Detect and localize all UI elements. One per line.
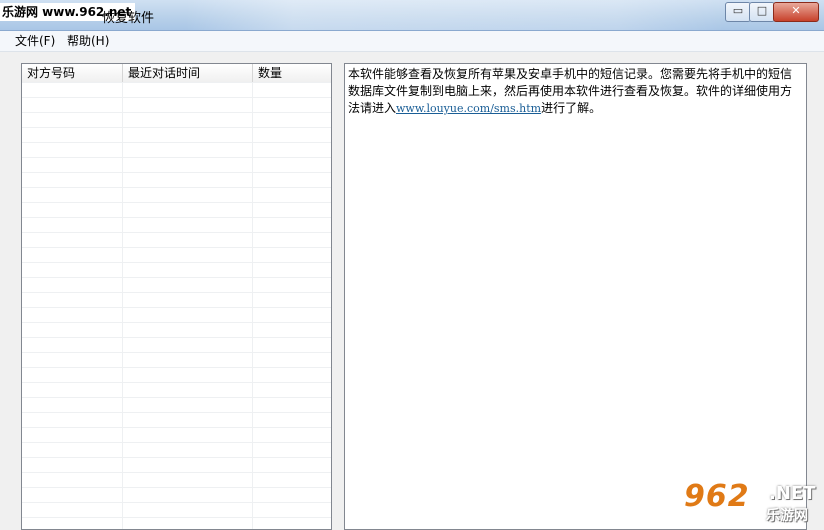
list-header: 对方号码 最近对话时间 数量: [22, 64, 331, 83]
info-text-panel[interactable]: 本软件能够查看及恢复所有苹果及安卓手机中的短信记录。您需要先将手机中的短信数据库…: [344, 63, 807, 530]
column-divider: [252, 82, 253, 529]
menu-help[interactable]: 帮助(H): [64, 33, 112, 49]
watermark-site: 乐游网: [766, 508, 808, 524]
watermark-number: 962: [684, 479, 750, 514]
column-header-last-time[interactable]: 最近对话时间: [123, 64, 253, 82]
info-text-after: 进行了解。: [541, 101, 602, 115]
help-link[interactable]: www.louyue.com/sms.htm: [396, 102, 541, 115]
conversation-list[interactable]: 对方号码 最近对话时间 数量: [21, 63, 332, 530]
window-title: 恢复软件: [102, 11, 155, 26]
menu-bar: 文件(F) 帮助(H): [0, 31, 824, 52]
info-text: 本软件能够查看及恢复所有苹果及安卓手机中的短信记录。您需要先将手机中的短信数据库…: [348, 66, 803, 117]
title-bar-background: [185, 0, 725, 30]
column-header-number[interactable]: 对方号码: [22, 64, 123, 82]
maximize-icon: □: [756, 4, 768, 17]
minimize-button[interactable]: ▭: [725, 2, 751, 22]
window-edge: [812, 63, 824, 530]
maximize-button[interactable]: □: [749, 2, 775, 22]
close-icon: ✕: [791, 4, 801, 17]
title-bar: 乐游网 www.962.net 恢复软件 ▭ □ ✕: [0, 0, 824, 31]
menu-file[interactable]: 文件(F): [12, 33, 58, 49]
watermark-logo: 962 .NET 乐游网: [684, 479, 820, 527]
column-header-count[interactable]: 数量: [253, 64, 331, 82]
list-body[interactable]: [22, 82, 331, 529]
close-button[interactable]: ✕: [773, 2, 819, 22]
minimize-icon: ▭: [732, 4, 744, 17]
watermark-net: .NET: [769, 483, 816, 504]
column-divider: [122, 82, 123, 529]
